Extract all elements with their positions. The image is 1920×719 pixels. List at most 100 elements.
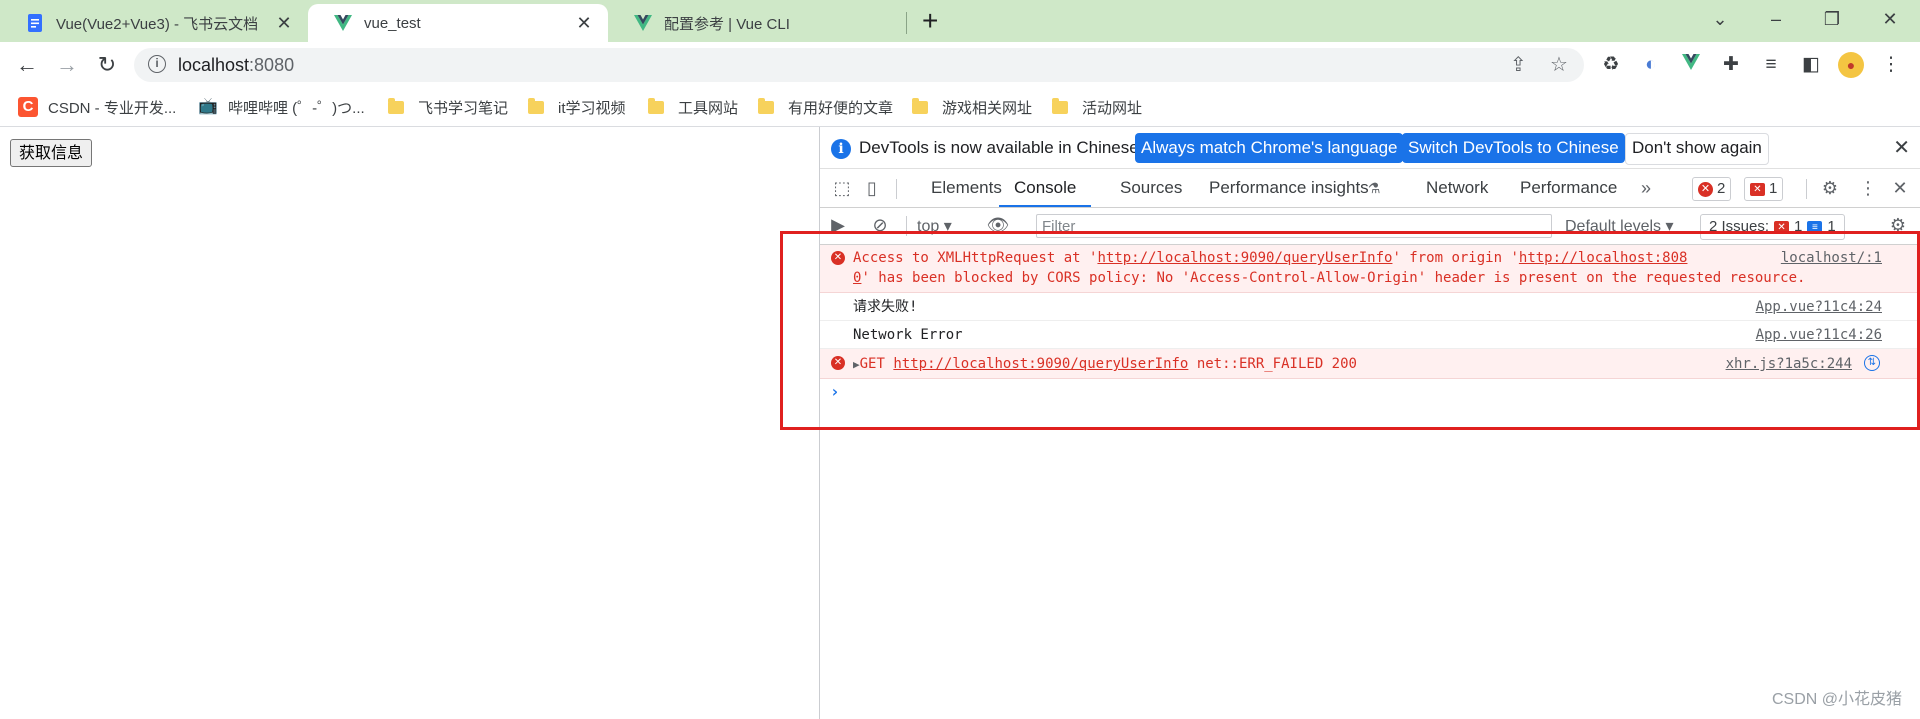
extensions-puzzle-icon[interactable]: ✚ — [1718, 52, 1744, 78]
doc-icon — [26, 14, 44, 32]
bookmark-label: 游戏相关网址 — [942, 99, 1033, 117]
back-button[interactable]: ← — [12, 50, 42, 80]
levels-label: Default levels — [1565, 218, 1662, 235]
log-levels-dropdown[interactable]: Default levels ▾ — [1565, 216, 1674, 236]
browser-tabstrip: Vue(Vue2+Vue3) - 飞书云文档 ✕ vue_test ✕ 配置参考… — [0, 0, 1920, 42]
error-count: 2 — [1717, 180, 1726, 197]
bookmark-bilibili[interactable]: 📺 哔哩哔哩 (゜-゜)つ... — [198, 96, 365, 118]
devtools-panel: i DevTools is now available in Chinese! … — [819, 127, 1920, 719]
device-toolbar-icon[interactable]: ▯ — [860, 177, 884, 199]
console-message-network-error[interactable]: ✕ ▶GET http://localhost:9090/queryUserIn… — [820, 349, 1920, 379]
site-info-icon[interactable]: i — [148, 55, 166, 73]
close-tab-icon[interactable]: ✕ — [572, 13, 596, 34]
tab-performance[interactable]: Performance — [1520, 169, 1617, 207]
issues-info-count: 1 — [1827, 218, 1836, 235]
more-tabs-chevron-icon[interactable]: » — [1634, 177, 1658, 199]
inspect-element-icon[interactable]: ⬚ — [830, 177, 854, 199]
clear-console-icon[interactable]: ⊘ — [868, 214, 892, 236]
tab-search-icon[interactable]: ⌄ — [1700, 4, 1740, 34]
request-url-link[interactable]: http://localhost:9090/queryUserInfo — [1097, 250, 1392, 266]
vue-icon — [334, 14, 352, 32]
toolbar-divider — [1806, 179, 1807, 199]
bookmark-label: 活动网址 — [1082, 99, 1143, 117]
source-link[interactable]: App.vue?11c4:26 — [1756, 325, 1882, 345]
dont-show-again-button[interactable]: Don't show again — [1625, 133, 1769, 165]
console-messages: ✕ Access to XMLHttpRequest at 'http://lo… — [820, 245, 1920, 407]
message-text: ▶GET http://localhost:9090/queryUserInfo… — [853, 354, 1357, 375]
browser-tab-feishu[interactable]: Vue(Vue2+Vue3) - 飞书云文档 ✕ — [0, 4, 308, 42]
forward-button[interactable]: → — [52, 50, 82, 80]
reload-button[interactable]: ↻ — [92, 50, 122, 80]
address-url[interactable]: localhost:8080 — [178, 48, 294, 82]
message-fragment: ' from origin ' — [1392, 250, 1519, 266]
watermark: CSDN @小花皮猪 — [1771, 691, 1902, 708]
tab-console[interactable]: Console — [999, 169, 1092, 207]
browser-tab-vue-test[interactable]: vue_test ✕ — [308, 4, 608, 42]
tab-elements[interactable]: Elements — [931, 169, 1002, 207]
devtools-menu-icon[interactable]: ⋮ — [1856, 177, 1880, 199]
message-fragment: Access to XMLHttpRequest at ' — [853, 250, 1098, 266]
console-prompt[interactable]: › — [820, 379, 1920, 407]
close-devtools-icon[interactable]: ✕ — [1888, 177, 1912, 199]
bookmark-folder-tools[interactable]: 工具网站 — [648, 96, 738, 118]
restore-button[interactable]: ❐ — [1812, 4, 1852, 34]
message-text: Network Error — [853, 327, 963, 343]
tab-performance-insights[interactable]: Performance insights — [1209, 169, 1369, 207]
console-settings-gear-icon[interactable]: ⚙ — [1886, 214, 1910, 236]
expand-triangle-icon[interactable]: ▶ — [853, 358, 860, 371]
context-selector[interactable]: top ▾ — [917, 216, 952, 236]
bookmark-folder-feishu[interactable]: 飞书学习笔记 — [388, 96, 508, 118]
share-icon[interactable]: ⇪ — [1510, 53, 1527, 77]
issue-count-badge[interactable]: ✕ 1 — [1744, 177, 1784, 201]
bookmarks-bar: C CSDN - 专业开发... 📺 哔哩哔哩 (゜-゜)つ... 飞书学习笔记… — [0, 88, 1920, 127]
url-port: :8080 — [249, 55, 295, 75]
request-url-link[interactable]: http://localhost:9090/queryUserInfo — [893, 356, 1188, 372]
origin-url-link[interactable]: http://localhost:808 — [1519, 250, 1688, 266]
settings-gear-icon[interactable]: ⚙ — [1818, 177, 1842, 199]
reading-list-icon[interactable]: ≡ — [1758, 52, 1784, 78]
close-tab-icon[interactable]: ✕ — [272, 13, 296, 34]
message-text-line2: 0' has been blocked by CORS policy: No '… — [853, 268, 1805, 288]
bookmark-folder-events[interactable]: 活动网址 — [1052, 96, 1142, 118]
console-filter-input[interactable]: Filter — [1036, 214, 1552, 238]
tab-title: 配置参考 | Vue CLI — [664, 15, 790, 33]
address-bar[interactable]: i localhost:8080 ⇪ ☆ — [134, 48, 1584, 82]
vue-devtools-extension-icon[interactable] — [1678, 52, 1704, 78]
tab-separator — [906, 12, 907, 34]
tab-sources[interactable]: Sources — [1120, 169, 1182, 207]
chrome-menu-icon[interactable]: ⋮ — [1878, 52, 1904, 78]
side-panel-icon[interactable]: ◧ — [1798, 52, 1824, 78]
live-expression-eye-icon[interactable]: 👁 — [986, 214, 1010, 236]
browser-tab-vue-cli[interactable]: 配置参考 | Vue CLI — [608, 4, 908, 42]
network-request-icon[interactable]: ⇅ — [1864, 355, 1880, 371]
status-text: net::ERR_FAILED 200 — [1196, 356, 1357, 372]
bookmark-csdn[interactable]: C CSDN - 专业开发... — [18, 96, 176, 118]
toolbar-divider — [906, 216, 907, 236]
bookmark-folder-it[interactable]: it学习视频 — [528, 96, 626, 118]
bilibili-icon: 📺 — [198, 98, 218, 115]
source-link[interactable]: localhost/:1 — [1781, 248, 1882, 268]
close-window-button[interactable]: ✕ — [1870, 4, 1910, 34]
bookmark-star-icon[interactable]: ☆ — [1550, 53, 1568, 77]
error-count-badge[interactable]: ✕ 2 — [1692, 177, 1732, 201]
switch-to-chinese-button[interactable]: Switch DevTools to Chinese — [1402, 133, 1625, 163]
console-toolbar: ▶ ⊘ top ▾ 👁 Filter Default levels ▾ 2 Is… — [820, 208, 1920, 245]
tab-network[interactable]: Network — [1426, 169, 1488, 207]
issues-button[interactable]: 2 Issues: ✕ 1 ≡ 1 — [1700, 214, 1845, 240]
page-viewport: 获取信息 — [0, 127, 819, 719]
always-match-language-button[interactable]: Always match Chrome's language — [1135, 133, 1404, 163]
profile-avatar[interactable]: ● — [1838, 52, 1864, 78]
message-text: Access to XMLHttpRequest at 'http://loca… — [853, 248, 1687, 268]
get-info-button[interactable]: 获取信息 — [10, 139, 93, 167]
minimize-button[interactable]: – — [1756, 4, 1796, 34]
source-link[interactable]: App.vue?11c4:24 — [1756, 297, 1882, 317]
edge-extension-icon[interactable]: ◐ — [1638, 52, 1664, 78]
folder-icon — [912, 97, 928, 114]
source-link[interactable]: xhr.js?1a5c:244 — [1726, 354, 1852, 374]
new-tab-button[interactable]: + — [922, 6, 938, 36]
bookmark-folder-articles[interactable]: 有用好便的文章 — [758, 96, 893, 118]
bookmark-folder-games[interactable]: 游戏相关网址 — [912, 96, 1032, 118]
recycle-extension-icon[interactable]: ♻ — [1598, 52, 1624, 78]
close-icon[interactable]: ✕ — [1893, 135, 1910, 160]
console-sidebar-icon[interactable]: ▶ — [826, 214, 850, 236]
